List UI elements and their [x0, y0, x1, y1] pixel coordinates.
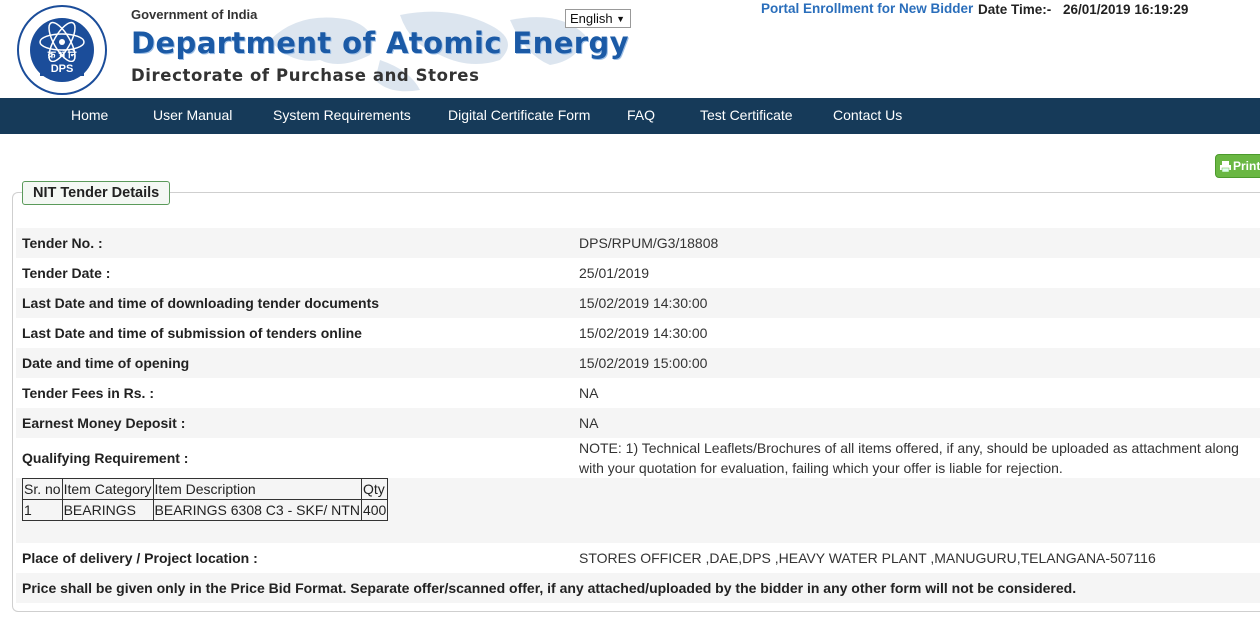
col-header: Qty [360, 478, 389, 500]
field-value: NA [579, 415, 599, 431]
field-row: Tender Fees in Rs. : NA [16, 378, 1260, 408]
items-table-row: Sr. no Item Category Item Description Qt… [16, 478, 1260, 543]
field-label: Tender No. : [22, 235, 103, 251]
dropdown-caret-icon: ▼ [616, 14, 625, 24]
language-value: English [570, 11, 613, 26]
field-row: Last Date and time of downloading tender… [16, 288, 1260, 318]
tender-fields: Tender No. : DPS/RPUM/G3/18808 Tender Dat… [16, 228, 1260, 603]
field-row: Last Date and time of submission of tend… [16, 318, 1260, 348]
government-label: Government of India [131, 7, 258, 22]
qualifying-label: Qualifying Requirement : [22, 450, 189, 466]
nav-user-manual[interactable]: User Manual [153, 98, 232, 134]
field-label: Tender Date : [22, 265, 111, 281]
table-cell: 400 [360, 499, 389, 521]
nav-home[interactable]: Home [71, 98, 108, 134]
delivery-label: Place of delivery / Project location : [22, 550, 258, 566]
field-label: Last Date and time of submission of tend… [22, 325, 362, 341]
field-value: 25/01/2019 [579, 265, 650, 281]
field-value: NA [579, 385, 599, 401]
field-label: Last Date and time of downloading tender… [22, 295, 380, 311]
field-label: Date and time of opening [22, 355, 190, 371]
qualifying-value: NOTE: 1) Technical Leaflets/Brochures of… [579, 440, 1239, 476]
table-row: 1 BEARINGS BEARINGS 6308 C3 - SKF/ NTN 4… [22, 499, 389, 521]
field-value: 15/02/2019 14:30:00 [579, 325, 708, 341]
field-row: Earnest Money Deposit : NA [16, 408, 1260, 438]
delivery-value: STORES OFFICER ,DAE,DPS ,HEAVY WATER PLA… [579, 550, 1156, 566]
site-header: क्र भं नि DPS Government of India Depart… [0, 0, 1260, 98]
panel-title: NIT Tender Details [22, 181, 171, 205]
field-label: Earnest Money Deposit : [22, 415, 186, 431]
field-row: Tender No. : DPS/RPUM/G3/18808 [16, 228, 1260, 258]
logo-hindi-text: क्र भं नि [47, 50, 77, 61]
datetime-label: Date Time:- [978, 2, 1052, 17]
datetime-value: 26/01/2019 16:19:29 [1063, 2, 1189, 17]
col-header: Sr. no [22, 478, 63, 500]
portal-enrollment-link[interactable]: Portal Enrollment for New Bidder [761, 1, 973, 16]
language-select[interactable]: English ▼ [565, 9, 631, 28]
col-header: Item Category [61, 478, 154, 500]
logo-text: DPS [50, 63, 74, 75]
qualifying-row: Qualifying Requirement : NOTE: 1) Technic… [16, 438, 1260, 478]
table-cell: 1 [22, 499, 63, 521]
print-button[interactable]: Print [1215, 154, 1260, 178]
nav-digital-certificate-form[interactable]: Digital Certificate Form [448, 98, 590, 134]
price-note-row: Price shall be given only in the Price B… [16, 573, 1260, 603]
items-table-header: Sr. no Item Category Item Description Qt… [22, 478, 389, 500]
field-value: 15/02/2019 15:00:00 [579, 355, 708, 371]
printer-icon [1220, 161, 1231, 173]
items-table: Sr. no Item Category Item Description Qt… [22, 478, 389, 521]
department-title: Department of Atomic Energy [131, 26, 629, 60]
field-value: DPS/RPUM/G3/18808 [579, 235, 719, 251]
delivery-row: Place of delivery / Project location : ST… [16, 543, 1260, 573]
nav-contact-us[interactable]: Contact Us [833, 98, 902, 134]
table-cell: BEARINGS 6308 C3 - SKF/ NTN [152, 499, 362, 521]
print-label: Print [1233, 159, 1260, 173]
main-nav: Home User Manual System Requirements Dig… [0, 98, 1260, 134]
field-row: Date and time of opening 15/02/2019 15:00… [16, 348, 1260, 378]
nav-system-requirements[interactable]: System Requirements [273, 98, 411, 134]
field-row: Tender Date : 25/01/2019 [16, 258, 1260, 288]
field-value: 15/02/2019 14:30:00 [579, 295, 708, 311]
col-header: Item Description [152, 478, 362, 500]
field-label: Tender Fees in Rs. : [22, 385, 154, 401]
table-cell: BEARINGS [61, 499, 154, 521]
nav-faq[interactable]: FAQ [627, 98, 655, 134]
directorate-subtitle: Directorate of Purchase and Stores [131, 66, 480, 85]
price-note: Price shall be given only in the Price B… [22, 580, 1077, 596]
nav-test-certificate[interactable]: Test Certificate [700, 98, 793, 134]
